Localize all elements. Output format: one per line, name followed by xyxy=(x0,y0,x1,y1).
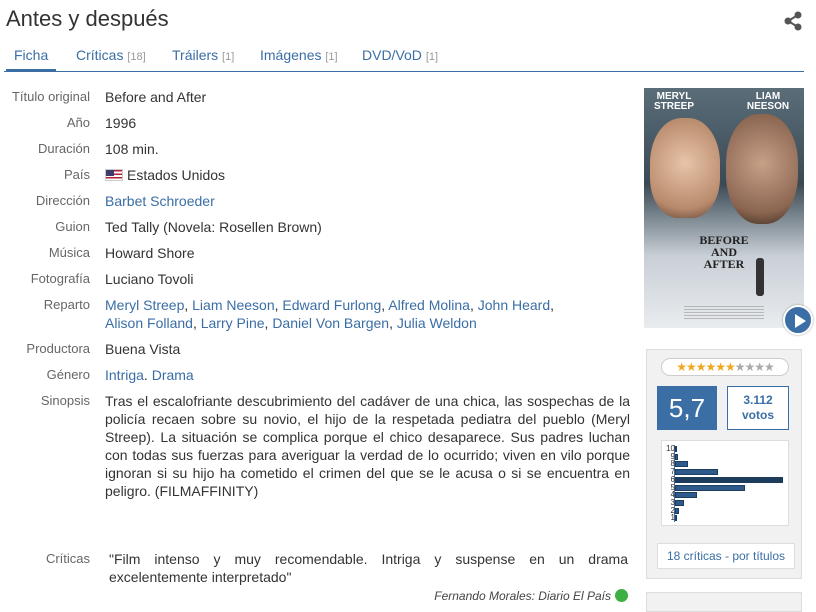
field-label: Sinopsis xyxy=(40,393,90,408)
field-label: Productora xyxy=(26,341,90,356)
poster-title: BEFORE AND AFTER xyxy=(699,233,749,271)
histogram-bar xyxy=(675,507,680,514)
histogram-bar xyxy=(675,469,719,476)
star-rating: ★★★★★★★★★★ xyxy=(661,358,789,376)
play-trailer-button[interactable] xyxy=(783,305,813,335)
stars-on: ★★★★★★ xyxy=(676,360,736,374)
field-label: Reparto xyxy=(43,297,90,312)
poster-credits xyxy=(684,306,764,320)
field-label: Críticas xyxy=(45,551,90,566)
field-label: Música xyxy=(48,245,90,260)
field-label: País xyxy=(63,167,90,182)
rating-box: ★★★★★★★★★★ 5,7 3.112 votos 10 9 8 7 6 5 4 3 2 1 1… xyxy=(646,349,802,579)
country-name: Estados Unidos xyxy=(127,167,226,183)
music-value: Howard Shore xyxy=(105,245,195,261)
poster-actor-2: LIAM NEESON xyxy=(746,91,790,112)
rating-histogram: 10 9 8 7 6 5 4 3 2 1 xyxy=(661,440,789,526)
tab-count: [1] xyxy=(222,51,235,63)
next-panel xyxy=(646,592,802,612)
histogram-bar xyxy=(675,499,684,506)
tab-label: Imágenes xyxy=(260,47,322,63)
cast-value: Meryl Streep, Liam Neeson, Edward Furlon… xyxy=(105,297,555,331)
field-label: Dirección xyxy=(35,193,90,208)
field-label: Título original xyxy=(11,89,90,104)
cast-link[interactable]: Julia Weldon xyxy=(397,315,477,331)
poster-figure xyxy=(756,258,764,296)
share-icon[interactable] xyxy=(782,10,804,32)
stars-off: ★★★★ xyxy=(734,360,775,374)
tab-criticas[interactable]: Críticas [18] xyxy=(68,42,154,72)
genre-link[interactable]: Drama xyxy=(152,367,194,383)
cast-link[interactable]: Liam Neeson xyxy=(192,297,275,313)
poster-actor-1: MERYL STREEP xyxy=(653,91,694,112)
field-label: Duración xyxy=(37,141,90,156)
histogram-tick: 1 xyxy=(670,513,675,523)
field-label: Fotografía xyxy=(30,271,90,286)
director-value: Barbet Schroeder xyxy=(105,192,630,210)
poster-face-2 xyxy=(726,114,798,224)
tab-bar: Ficha Críticas [18] Tráilers [1] Imágene… xyxy=(4,42,804,72)
histogram-bar xyxy=(675,461,688,468)
tab-label: DVD/VoD xyxy=(362,47,422,63)
synopsis-text: Tras el escalofriante descubrimiento del… xyxy=(105,393,630,499)
country-value: Estados Unidos xyxy=(105,166,630,184)
poster-face-1 xyxy=(650,118,720,218)
tab-ficha[interactable]: Ficha xyxy=(6,42,57,72)
tab-count: [1] xyxy=(325,51,338,63)
votes-number: 3.112 xyxy=(743,393,773,407)
photography-value: Luciano Tovoli xyxy=(105,271,194,287)
us-flag-icon xyxy=(105,169,123,181)
page-title: Antes y después xyxy=(6,6,169,31)
tab-label: Ficha xyxy=(14,47,49,63)
cast-link[interactable]: Alfred Molina xyxy=(388,297,470,313)
tab-trailers[interactable]: Tráilers [1] xyxy=(164,42,242,72)
tab-count: [18] xyxy=(127,51,146,63)
cast-link[interactable]: John Heard xyxy=(478,297,550,313)
director-link[interactable]: Barbet Schroeder xyxy=(105,193,215,209)
genre-value: Intriga. Drama xyxy=(105,367,194,383)
field-label: Género xyxy=(46,367,90,382)
producer-value: Buena Vista xyxy=(105,341,181,357)
duration-value: 108 min. xyxy=(105,141,159,157)
field-label: Guion xyxy=(55,219,90,234)
screenplay-value: Ted Tally (Novela: Rosellen Brown) xyxy=(105,219,322,235)
field-label: Año xyxy=(66,115,90,130)
average-rating: 5,7 xyxy=(657,386,717,430)
tab-dvd-vod[interactable]: DVD/VoD [1] xyxy=(354,42,446,72)
tab-label: Críticas xyxy=(76,47,124,63)
histogram-bar xyxy=(675,476,783,483)
review-quote: "Film intenso y muy recomendable. Intrig… xyxy=(109,551,628,585)
cast-link[interactable]: Edward Furlong xyxy=(282,297,381,313)
cast-link[interactable]: Meryl Streep xyxy=(105,297,184,313)
histogram-bar xyxy=(675,484,746,491)
votes-label: votos xyxy=(741,408,774,422)
review-author: Fernando Morales: Diario El País xyxy=(380,589,628,603)
tab-imagenes[interactable]: Imágenes [1] xyxy=(252,42,346,72)
cast-link[interactable]: Larry Pine xyxy=(201,315,265,331)
positive-review-icon xyxy=(615,589,628,602)
critics-by-title-link[interactable]: 18 críticas - por títulos xyxy=(657,543,795,569)
year-value: 1996 xyxy=(105,115,137,131)
histogram-bar xyxy=(675,453,679,460)
tab-count: [1] xyxy=(425,51,439,63)
cast-link[interactable]: Alison Folland xyxy=(105,315,193,331)
movie-poster[interactable]: MERYL STREEP LIAM NEESON BEFORE AND AFTE… xyxy=(644,88,804,328)
tab-label: Tráilers xyxy=(172,47,219,63)
original-title-value: Before and After xyxy=(105,89,207,105)
votes-count[interactable]: 3.112 votos xyxy=(727,386,789,430)
histogram-bar xyxy=(675,446,677,452)
genre-link[interactable]: Intriga xyxy=(105,367,144,383)
title-row: Antes y después xyxy=(6,4,806,36)
histogram-bar xyxy=(675,492,697,499)
review-author-name: Fernando Morales: Diario El País xyxy=(434,589,611,603)
histogram-bar xyxy=(675,515,678,522)
cast-link[interactable]: Daniel Von Bargen xyxy=(272,315,389,331)
